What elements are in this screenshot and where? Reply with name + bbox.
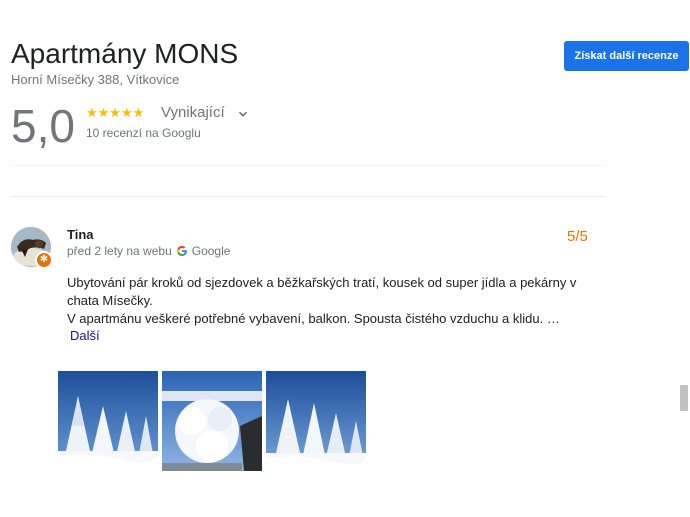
review-count: 10 recenzí na Googlu: [86, 126, 201, 140]
local-guide-badge-icon: ✱: [35, 251, 53, 269]
scrollbar-thumb[interactable]: [680, 385, 688, 411]
photo-snowy-trees: [58, 371, 158, 471]
review-time: před 2 lety na webu: [67, 244, 172, 258]
photo-snowy-trees: [266, 371, 366, 471]
rating-label[interactable]: Vynikající: [161, 104, 225, 121]
divider-top: [11, 165, 605, 166]
read-more-link[interactable]: Další: [70, 328, 100, 343]
divider-reviews: [11, 196, 605, 197]
review-photo[interactable]: [266, 371, 366, 471]
google-icon: [176, 246, 187, 256]
business-address: Horní Mísečky 388, Vítkovice: [11, 72, 180, 87]
review-text: Ubytování pár kroků od sjezdovek a běžka…: [67, 274, 597, 328]
review-source: Google: [191, 244, 231, 258]
get-more-reviews-button[interactable]: Získat další recenze: [564, 41, 689, 71]
review-author[interactable]: Tina: [67, 227, 94, 242]
review-score: 5/5: [567, 228, 588, 245]
chevron-down-icon[interactable]: [236, 107, 250, 121]
review-text-line: V apartmánu veškeré potřebné vybavení, b…: [67, 311, 560, 326]
review-text-line: Ubytování pár kroků od sjezdovek a běžka…: [67, 275, 577, 308]
review-meta: před 2 lety na webu Google: [67, 244, 230, 258]
review-photo[interactable]: [162, 371, 262, 471]
rating-stars: ★★★★★: [86, 105, 145, 120]
photo-snow-closeup: [162, 371, 262, 471]
overall-score: 5,0: [11, 100, 75, 152]
business-title: Apartmány MONS: [11, 38, 239, 69]
review-photo[interactable]: [58, 371, 158, 471]
